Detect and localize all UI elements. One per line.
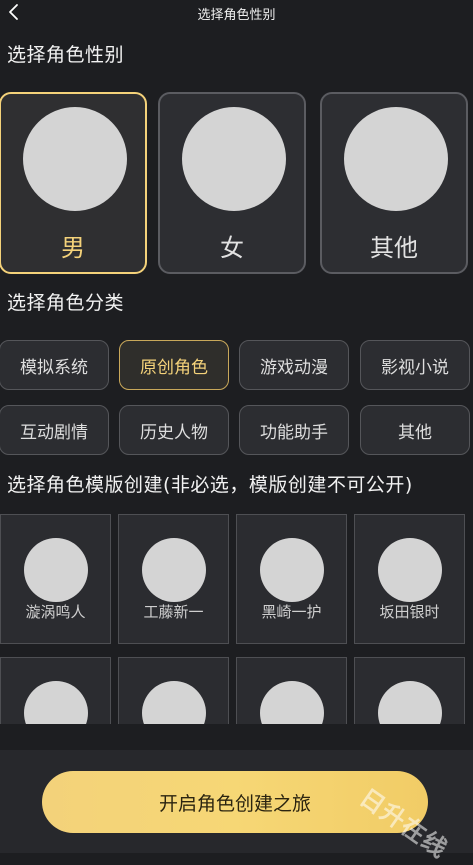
avatar [260, 538, 324, 602]
category-chip-simulation[interactable]: 模拟系统 [0, 340, 109, 390]
template-card[interactable]: 工藤新一 [118, 514, 229, 644]
category-chip-assistant[interactable]: 功能助手 [239, 405, 349, 455]
category-chip-game-anime[interactable]: 游戏动漫 [239, 340, 349, 390]
gender-label: 女 [220, 234, 244, 262]
gender-label: 男 [61, 234, 85, 262]
template-name: 漩涡鸣人 [25, 603, 86, 621]
avatar [24, 538, 88, 602]
gender-option-female[interactable]: 女 [158, 92, 306, 274]
avatar [182, 107, 286, 211]
category-chip-original[interactable]: 原创角色 [119, 340, 229, 390]
gender-option-other[interactable]: 其他 [320, 92, 468, 274]
template-section-title: 选择角色模版创建(非必选，模版创建不可公开) [7, 474, 413, 496]
avatar [23, 107, 127, 211]
category-chip-historical[interactable]: 历史人物 [119, 405, 229, 455]
template-card[interactable]: 坂田银时 [354, 514, 465, 644]
top-bar: 选择角色性别 [0, 0, 473, 26]
category-chip-film-novel[interactable]: 影视小说 [360, 340, 470, 390]
template-name: 坂田银时 [379, 603, 440, 621]
template-name: 黑崎一护 [261, 603, 322, 621]
template-card[interactable]: 漩涡鸣人 [0, 514, 111, 644]
category-section-title: 选择角色分类 [7, 292, 125, 314]
avatar [344, 107, 448, 211]
category-chip-other[interactable]: 其他 [360, 405, 470, 455]
page-title: 选择角色性别 [197, 8, 276, 23]
template-name: 工藤新一 [143, 603, 204, 621]
gender-section-title: 选择角色性别 [7, 44, 125, 66]
gender-label: 其他 [370, 234, 418, 262]
category-chip-interactive[interactable]: 互动剧情 [0, 405, 109, 455]
avatar [142, 538, 206, 602]
gender-option-male[interactable]: 男 [0, 92, 147, 274]
template-card[interactable]: 黑崎一护 [236, 514, 347, 644]
avatar [378, 538, 442, 602]
